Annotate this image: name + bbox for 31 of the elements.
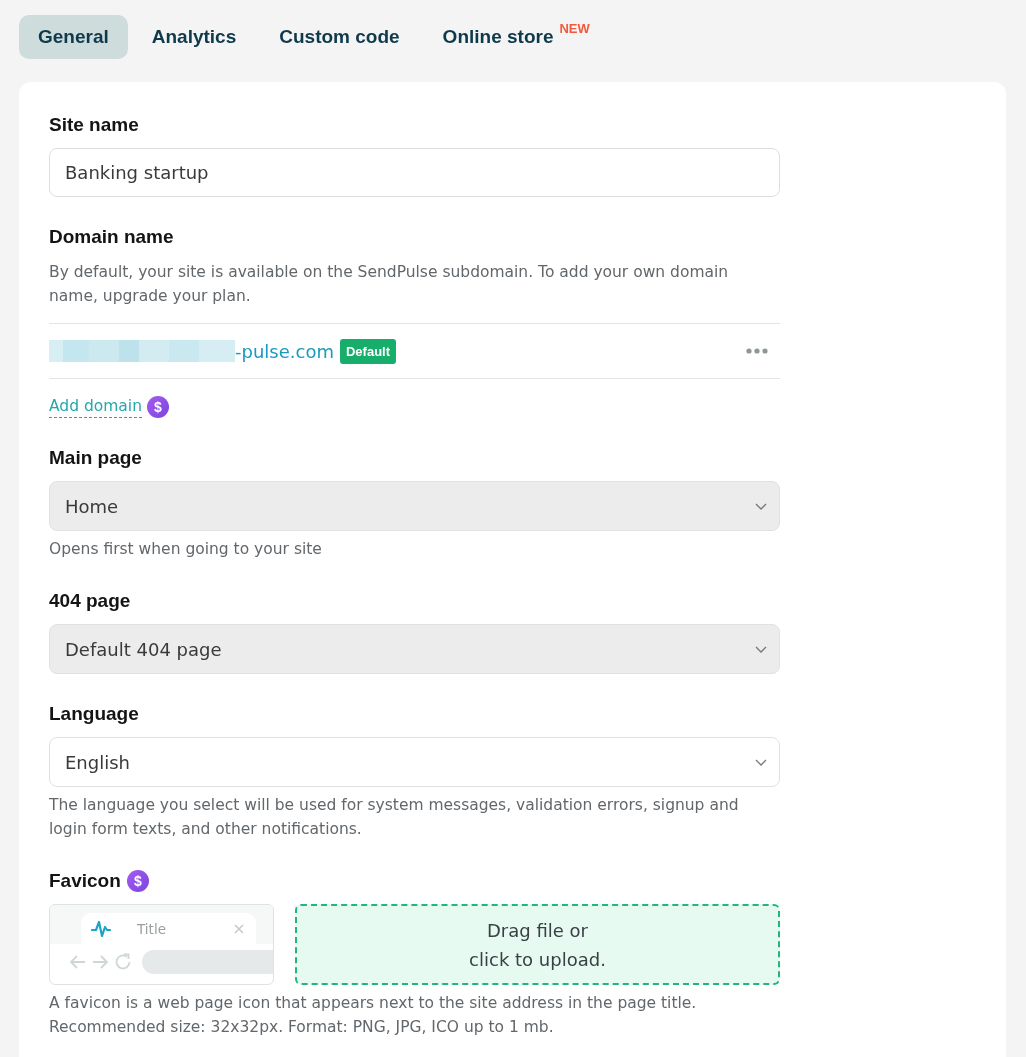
reload-icon bbox=[114, 953, 132, 971]
back-arrow-icon bbox=[70, 955, 86, 969]
forward-arrow-icon bbox=[92, 955, 108, 969]
field-label: Language bbox=[49, 702, 140, 726]
tab[interactable]: Analytics bbox=[132, 15, 256, 59]
chevron-down-icon bbox=[755, 502, 767, 510]
field-label: 404 page bbox=[49, 589, 132, 613]
tab[interactable]: Online store NEW bbox=[423, 15, 609, 59]
dollar-icon: $ bbox=[147, 395, 169, 418]
help-text: Opens first when going to your site bbox=[49, 539, 323, 560]
chevron-down-icon bbox=[755, 645, 767, 653]
help-text: A favicon is a web page icon that appears next to the site address in the page title. Recommended size: 32x32px. Format: PNG, JPG, ICO up to 1 mb. bbox=[49, 993, 698, 1038]
dollar-icon: $ bbox=[126, 870, 149, 892]
help-text: The language you select will be used for system messages, validation errors, signup and login form texts, and other notifications. bbox=[49, 795, 740, 840]
close-icon bbox=[234, 923, 244, 934]
field-description: By default, your site is available on the SendPulse subdomain. To add your own domain name, upgrade your plan. bbox=[49, 262, 730, 307]
tab[interactable]: General bbox=[19, 15, 128, 59]
field-label: Site name bbox=[49, 113, 140, 137]
text-field[interactable]: Banking startup bbox=[49, 148, 780, 197]
pulse-icon bbox=[91, 919, 111, 938]
field-label: Main page bbox=[49, 446, 143, 470]
tab[interactable]: Custom code bbox=[260, 15, 419, 59]
more-icon[interactable] bbox=[746, 348, 768, 354]
field-label: Favicon bbox=[49, 869, 121, 893]
chevron-down-icon bbox=[755, 758, 767, 766]
default-badge: Default bbox=[339, 338, 396, 364]
tab-title: Title bbox=[137, 920, 166, 937]
upload-dropzone[interactable]: Drag file or click to upload. bbox=[295, 904, 780, 985]
new-label: NEW bbox=[559, 20, 590, 36]
field-label: Domain name bbox=[49, 225, 175, 249]
dropdown[interactable]: English bbox=[49, 737, 780, 787]
